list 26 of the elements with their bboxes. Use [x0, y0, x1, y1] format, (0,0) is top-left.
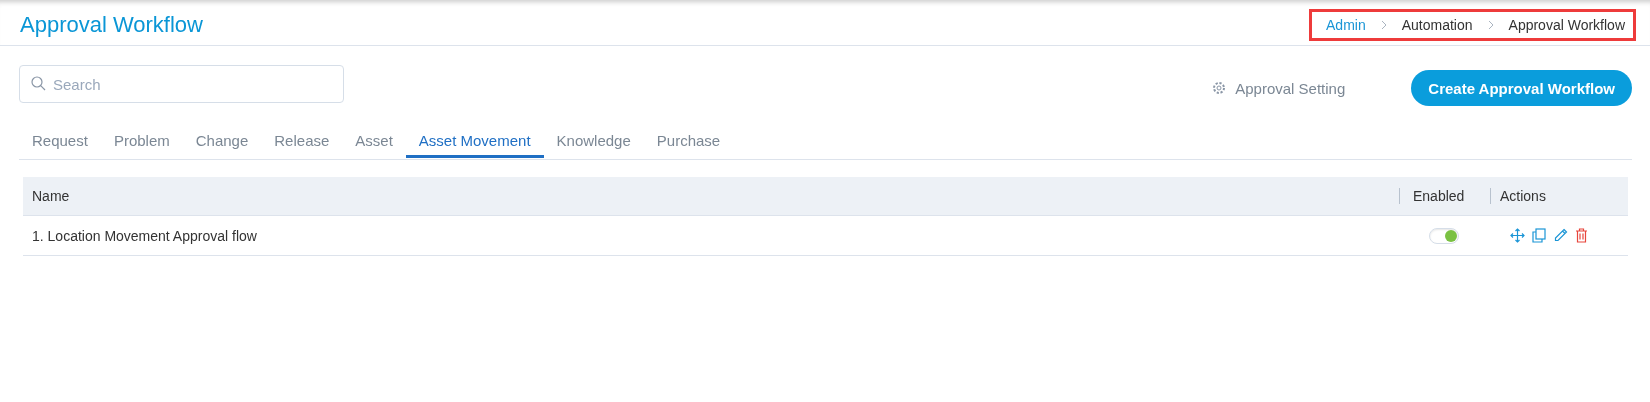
breadcrumb-item: Approval Workflow	[1508, 16, 1625, 33]
breadcrumb-link[interactable]: Admin	[1326, 16, 1366, 33]
column-header: Name	[31, 188, 71, 204]
settings-link[interactable]: Approval Setting	[1206, 78, 1352, 98]
copy-icon[interactable]	[1532, 228, 1546, 243]
pencil-icon[interactable]	[1553, 228, 1568, 243]
column-header: Actions	[1490, 188, 1628, 204]
column-header: Enabled	[1399, 188, 1490, 204]
tab[interactable]: Problem	[100, 124, 183, 158]
tab[interactable]: Asset Movement	[405, 124, 544, 158]
tab[interactable]: Asset	[342, 124, 406, 158]
chevron-icon	[1379, 19, 1388, 30]
page-title: Approval Workflow	[20, 10, 203, 38]
gear-icon	[1212, 81, 1227, 95]
tab[interactable]: Request	[19, 124, 101, 158]
tab[interactable]: Release	[261, 124, 343, 158]
trash-icon[interactable]	[1575, 228, 1588, 243]
breadcrumb-item: Automation	[1401, 16, 1473, 33]
chevron-icon	[1486, 19, 1495, 30]
search-field[interactable]: Search	[19, 65, 344, 103]
move-icon[interactable]	[1510, 228, 1525, 243]
tab[interactable]: Knowledge	[543, 124, 644, 158]
create-workflow-button[interactable]: Create Approval Workflow	[1411, 70, 1632, 106]
tab[interactable]: Purchase	[643, 124, 734, 158]
tab[interactable]: Change	[182, 124, 262, 158]
table-cell-text: 1. Location Movement Approval flow	[31, 227, 258, 244]
